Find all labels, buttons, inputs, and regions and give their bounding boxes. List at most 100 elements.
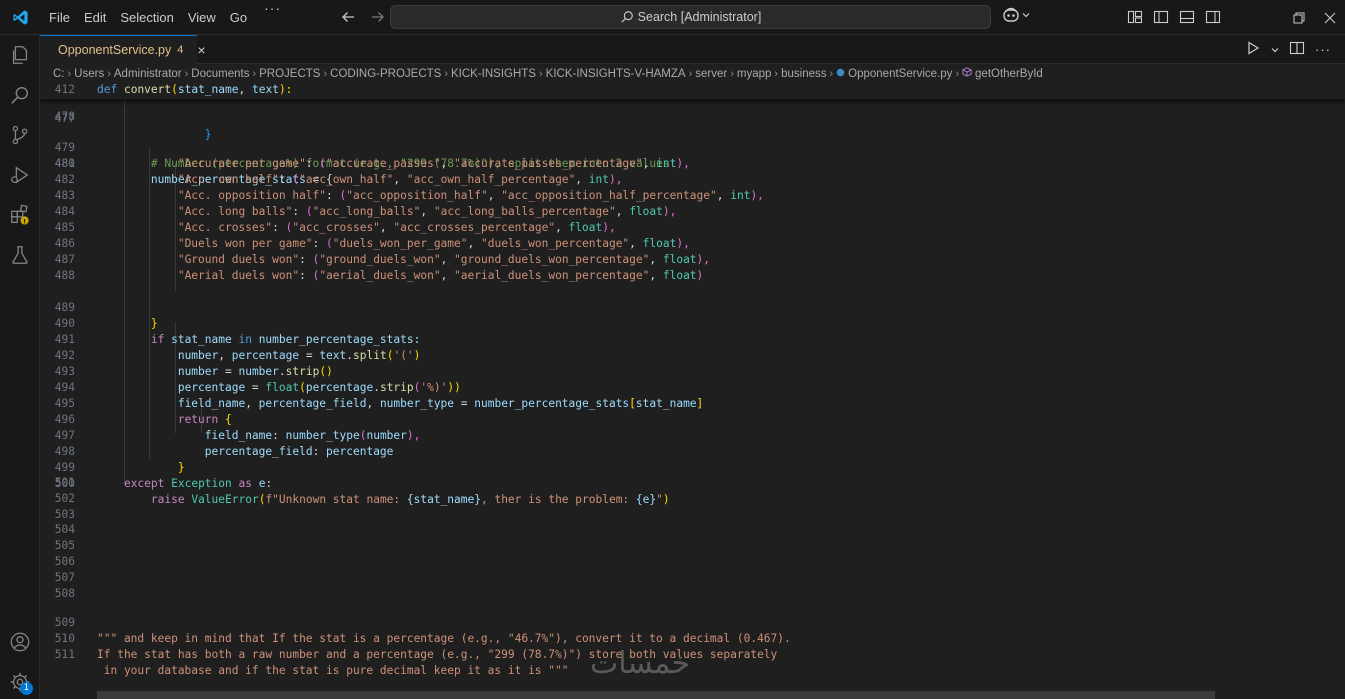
line-number: 412	[54, 83, 75, 96]
code-line: 498 }	[54, 445, 185, 474]
menu-edit[interactable]: Edit	[77, 0, 113, 35]
explorer-icon[interactable]	[8, 43, 32, 67]
layout-controls	[1126, 8, 1222, 26]
back-arrow-icon[interactable]	[337, 6, 359, 28]
code-line: 494 field_name, percentage_field, number…	[54, 381, 704, 410]
settings-badge: 1	[20, 682, 33, 695]
code-editor[interactable]: 412 def convert(stat_name, text): 477 } …	[40, 83, 1345, 699]
toggle-secondary-sidebar-icon[interactable]	[1204, 8, 1222, 26]
sticky-scroll-header[interactable]: 412 def convert(stat_name, text):	[40, 83, 1345, 99]
copilot-button[interactable]	[1002, 7, 1030, 23]
breadcrumb-separator-icon: ›	[774, 67, 779, 80]
breadcrumb-item[interactable]: Administrator	[114, 68, 182, 80]
customize-layout-icon[interactable]	[1126, 8, 1144, 26]
navigation-arrows	[337, 6, 389, 28]
tab-close-icon[interactable]: ×	[197, 42, 205, 58]
tab-problem-count: 4	[177, 44, 184, 56]
code-line: 509 """ and keep in mind that If the sta…	[54, 616, 791, 645]
svg-text:!: !	[23, 217, 26, 225]
settings-gear-icon[interactable]: 1	[8, 670, 33, 695]
tab-opponentservice[interactable]: OpponentService.py 4 ×	[40, 35, 206, 64]
code-line: 495 return {	[54, 397, 232, 426]
command-center-search[interactable]: Search [Administrator]	[390, 5, 991, 29]
breadcrumb-item[interactable]: KICK-INSIGHTS-V-HAMZA	[546, 68, 686, 80]
accounts-icon[interactable]	[8, 630, 32, 654]
search-icon	[620, 11, 633, 23]
code-line: 499 except Exception as e:	[54, 461, 273, 490]
code-line: 502	[54, 492, 75, 505]
code-line: 505	[54, 539, 75, 552]
breadcrumb-item[interactable]: Users	[74, 68, 104, 80]
method-cube-icon	[962, 67, 972, 80]
breadcrumb-separator-icon: ›	[252, 67, 257, 80]
breadcrumb-separator-icon: ›	[444, 67, 448, 80]
code-line: 481 "Accurate per game": ("accurate_pass…	[54, 157, 690, 170]
code-line: 500 raise ValueError(f"Unknown stat name…	[54, 477, 670, 506]
extensions-icon[interactable]: !	[8, 203, 32, 227]
search-label: Search [Administrator]	[637, 10, 762, 24]
breadcrumb-separator-icon: ›	[955, 67, 960, 80]
more-actions-icon[interactable]: ···	[1315, 42, 1331, 57]
breadcrumb-item[interactable]: server	[695, 68, 727, 80]
code-line: 493 percentage = float(percentage.strip(…	[54, 365, 461, 394]
code-line: 506	[54, 555, 75, 568]
breadcrumb-item[interactable]: getOtherById	[975, 68, 1043, 80]
breadcrumb: C: › Users › Administrator › Documents › PROJECT…	[40, 64, 1345, 83]
close-window-icon[interactable]	[1314, 0, 1345, 35]
code-line: 503	[54, 508, 75, 521]
toggle-panel-icon[interactable]	[1178, 8, 1196, 26]
breadcrumb-separator-icon: ›	[829, 67, 834, 80]
code-line: 490 if stat_name in number_percentage_st…	[54, 317, 421, 346]
menu-file[interactable]: File	[42, 0, 77, 35]
copilot-icon	[1003, 7, 1019, 22]
code-line: 484 "Acc. long balls": ("acc_long_balls"…	[54, 205, 677, 218]
menu-view[interactable]: View	[181, 0, 223, 35]
code-line: def convert(stat_name, text):	[97, 83, 293, 96]
breadcrumb-item[interactable]: KICK-INSIGHTS	[451, 68, 536, 80]
run-dropdown-chevron-icon[interactable]	[1271, 42, 1279, 57]
window-controls	[1283, 0, 1345, 35]
code-line: 485 "Acc. crosses": ("acc_crosses", "acc…	[54, 221, 616, 234]
code-line: 507	[54, 571, 75, 584]
code-line: 478	[54, 110, 75, 123]
menu-go[interactable]: Go	[223, 0, 254, 35]
restore-icon[interactable]	[1283, 0, 1314, 35]
menu-bar: File Edit Selection View Go ···	[42, 0, 291, 35]
source-control-icon[interactable]	[8, 123, 32, 147]
code-line: 504	[54, 523, 75, 536]
toggle-primary-sidebar-icon[interactable]	[1152, 8, 1170, 26]
breadcrumb-item[interactable]: OpponentService.py	[848, 68, 952, 80]
breadcrumb-separator-icon: ›	[688, 67, 693, 80]
menu-selection[interactable]: Selection	[113, 0, 180, 35]
breadcrumb-separator-icon: ›	[538, 67, 543, 80]
chevron-down-icon	[1022, 13, 1030, 18]
run-debug-icon[interactable]	[8, 163, 32, 187]
watermark-logo: خمسات	[590, 646, 691, 681]
menu-more-icon[interactable]: ···	[254, 0, 291, 35]
testing-icon[interactable]	[8, 243, 32, 267]
split-editor-icon[interactable]	[1289, 40, 1305, 59]
forward-arrow-icon[interactable]	[367, 6, 389, 28]
breadcrumb-item[interactable]: myapp	[737, 68, 772, 80]
code-line: 482 "Acc. own half": ("acc_own_half", "a…	[54, 173, 623, 186]
breadcrumb-item[interactable]: CODING-PROJECTS	[330, 68, 441, 80]
activity-bar: ! 1	[0, 35, 40, 699]
code-line: 501	[54, 476, 75, 489]
code-line: 497 percentage_field: percentage	[54, 429, 394, 458]
code-line: 487 "Ground duels won": ("ground_duels_w…	[54, 253, 711, 266]
code-line: 479 # Number (percentage%) format (e.g.,…	[54, 141, 670, 170]
tab-filename: OpponentService.py	[58, 43, 172, 57]
code-line: 496 field_name: number_type(number),	[54, 413, 421, 442]
search-view-icon[interactable]	[8, 83, 32, 107]
code-line: 510 If the stat has both a raw number an…	[54, 632, 778, 661]
run-python-icon[interactable]	[1245, 40, 1261, 59]
python-file-icon	[836, 68, 845, 80]
breadcrumb-separator-icon: ›	[323, 67, 328, 80]
code-line: 511 in your database and if the stat is …	[54, 648, 569, 677]
breadcrumb-item[interactable]: C:	[53, 68, 65, 80]
breadcrumb-item[interactable]: business	[781, 68, 826, 80]
breadcrumb-item[interactable]: PROJECTS	[259, 68, 320, 80]
horizontal-scrollbar[interactable]	[97, 691, 1215, 699]
breadcrumb-item[interactable]: Documents	[191, 68, 249, 80]
code-line: 486 "Duels won per game": ("duels_won_pe…	[54, 237, 690, 250]
